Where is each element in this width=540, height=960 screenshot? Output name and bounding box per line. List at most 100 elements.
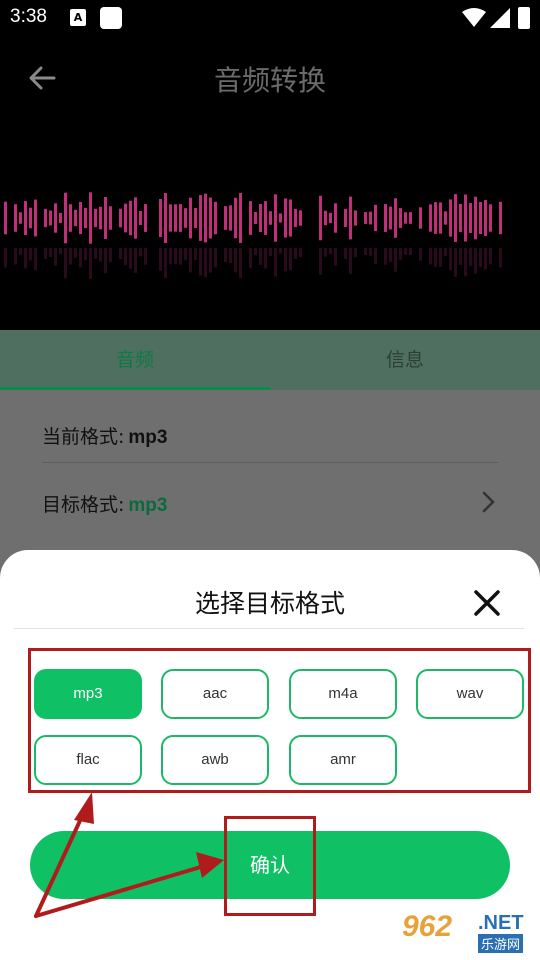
waveform-bar: [189, 197, 192, 239]
tab-audio[interactable]: 音频: [0, 330, 270, 390]
waveform-reflection: [234, 248, 237, 273]
waveform-reflection: [104, 248, 107, 274]
waveform-reflection: [254, 248, 257, 256]
waveform-reflection: [34, 248, 37, 271]
waveform-reflection: [289, 248, 292, 271]
waveform-bar: [269, 211, 272, 225]
waveform-reflection: [389, 248, 392, 262]
notification-a-icon: A: [70, 9, 86, 26]
waveform-reflection: [249, 248, 252, 269]
waveform-reflection: [184, 248, 187, 260]
waveform-bar: [364, 212, 367, 224]
waveform-reflection: [204, 248, 207, 278]
watermark-net: .NET: [478, 912, 524, 934]
waveform-bar: [54, 203, 57, 233]
waveform-reflection: [489, 248, 492, 265]
waveform-bar: [179, 204, 182, 232]
target-format-label: 目标格式:: [42, 494, 125, 516]
watermark-sub: 乐游网: [478, 934, 524, 953]
waveform-reflection: [349, 248, 352, 274]
waveform-reflection: [199, 248, 202, 276]
waveform-bar: [334, 203, 337, 233]
waveform-reflection: [409, 248, 412, 255]
waveform-bar: [224, 206, 227, 230]
waveform-bar: [129, 200, 132, 236]
format-option-awb[interactable]: awb: [161, 735, 269, 785]
waveform-reflection: [174, 248, 177, 265]
waveform-bar: [419, 207, 422, 229]
notification-square-icon: [100, 7, 122, 29]
current-format-row: 当前格式: mp3: [42, 422, 498, 449]
waveform-reflection: [354, 248, 357, 258]
waveform-bar: [429, 204, 432, 232]
waveform-bar: [254, 212, 257, 224]
format-option-amr[interactable]: amr: [289, 735, 397, 785]
waveform-reflection: [54, 248, 57, 266]
waveform-reflection: [464, 248, 467, 277]
target-format-row[interactable]: 目标格式: mp3: [42, 490, 498, 517]
waveform-reflection: [134, 248, 137, 273]
waveform-reflection: [444, 248, 447, 256]
waveform-reflection: [454, 248, 457, 277]
format-option-aac[interactable]: aac: [161, 669, 269, 719]
row-divider: [42, 462, 498, 463]
waveform-reflection: [79, 248, 82, 268]
waveform-reflection: [269, 248, 272, 257]
format-option-mp3[interactable]: mp3: [34, 669, 142, 719]
waveform-bar: [324, 210, 327, 226]
waveform-bar: [404, 212, 407, 224]
tab-info[interactable]: 信息: [270, 330, 540, 390]
waveform-reflection: [324, 248, 327, 257]
waveform-reflection: [274, 248, 277, 277]
waveform-bar: [234, 197, 237, 239]
waveform-bar: [184, 208, 187, 228]
format-option-flac[interactable]: flac: [34, 735, 142, 785]
waveform-reflection: [129, 248, 132, 269]
format-picker-sheet: 选择目标格式 mp3 aac m4a wav flac awb amr 确认: [0, 550, 540, 960]
waveform-reflection: [299, 248, 302, 258]
waveform-reflection: [209, 248, 212, 273]
chevron-right-icon[interactable]: [478, 490, 498, 514]
waveform-bar: [64, 192, 67, 244]
waveform-bar: [14, 204, 17, 232]
waveform-reflection: [469, 248, 472, 266]
waveform-bar: [229, 205, 232, 231]
waveform-bar: [104, 196, 107, 240]
close-icon[interactable]: [472, 588, 502, 618]
waveform-reflection: [364, 248, 367, 256]
waveform-reflection: [239, 248, 242, 279]
waveform-bar: [69, 204, 72, 232]
waveform-bar: [34, 199, 37, 237]
waveform-reflection: [334, 248, 337, 266]
waveform-bar: [119, 208, 122, 228]
waveform-bar: [59, 212, 62, 224]
waveform-bar: [354, 210, 357, 226]
waveform-reflection: [419, 248, 422, 261]
waveform-bar: [439, 202, 442, 234]
waveform-reflection: [369, 248, 372, 256]
current-format-label: 当前格式:: [42, 426, 125, 448]
waveform-bar: [294, 208, 297, 228]
waveform-reflection: [109, 248, 112, 263]
waveform-reflection: [484, 248, 487, 270]
waveform-bar: [204, 193, 207, 243]
waveform-reflection: [124, 248, 127, 266]
format-option-wav[interactable]: wav: [416, 669, 524, 719]
waveform-reflection: [214, 248, 217, 268]
waveform-bar: [399, 208, 402, 228]
waveform-reflection: [229, 248, 232, 264]
waveform-reflection: [449, 248, 452, 271]
waveform-reflection: [439, 248, 442, 267]
waveform-reflection: [94, 248, 97, 259]
waveform-bar: [159, 199, 162, 237]
waveform-bar: [464, 194, 467, 242]
waveform-reflection: [49, 248, 52, 257]
status-time: 3:38: [10, 6, 47, 27]
format-option-m4a[interactable]: m4a: [289, 669, 397, 719]
waveform-bar: [44, 208, 47, 228]
waveform-bar: [489, 204, 492, 232]
waveform-bar: [199, 195, 202, 241]
waveform-reflection: [474, 248, 477, 274]
waveform-bar: [409, 212, 412, 224]
waveform-bar: [24, 201, 27, 235]
